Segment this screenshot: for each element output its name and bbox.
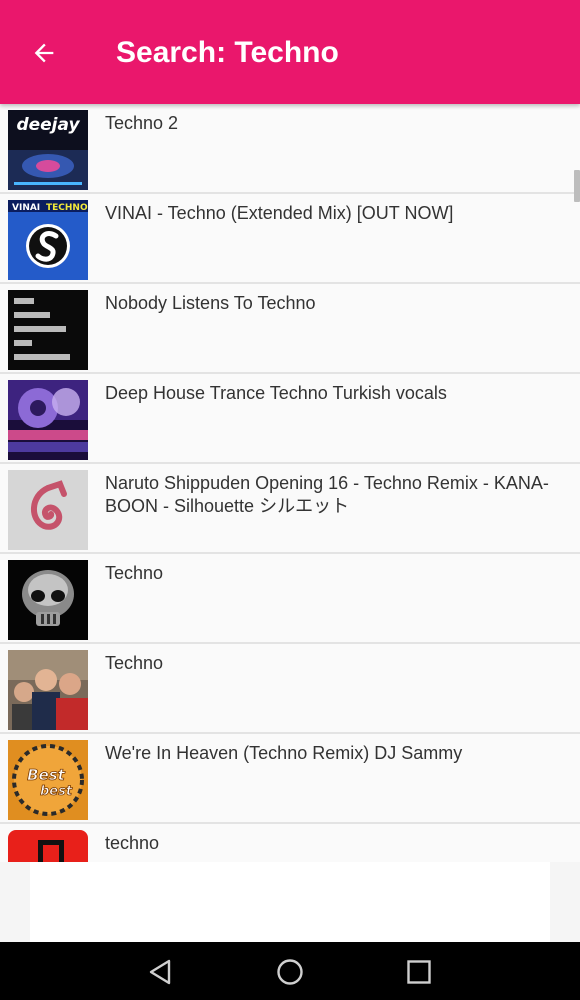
svg-text:Best: Best xyxy=(27,766,66,784)
arrow-left-icon xyxy=(34,43,54,63)
list-item[interactable]: deejay Techno 2 xyxy=(0,104,580,194)
deejay-thumbnail: deejay xyxy=(8,110,88,190)
search-results-list: deejay Techno 2 VINAI TECHNO VINAI - Tec… xyxy=(0,104,580,862)
nav-home-button[interactable] xyxy=(270,952,310,992)
group-photo-thumbnail xyxy=(8,650,88,730)
nav-back-icon xyxy=(149,959,171,985)
scrollbar[interactable] xyxy=(574,170,580,202)
black-text-thumbnail xyxy=(8,290,88,370)
result-title: We're In Heaven (Techno Remix) DJ Sammy xyxy=(105,743,463,763)
svg-text:deejay: deejay xyxy=(16,115,80,135)
leaf-village-symbol-thumbnail xyxy=(8,470,88,550)
app-bar: Search: Techno xyxy=(0,0,580,104)
result-title: Naruto Shippuden Opening 16 - Techno Rem… xyxy=(105,473,549,516)
list-item[interactable]: Techno xyxy=(0,644,580,734)
back-button[interactable] xyxy=(20,30,68,76)
list-item[interactable]: Deep House Trance Techno Turkish vocals xyxy=(0,374,580,464)
result-title: Deep House Trance Techno Turkish vocals xyxy=(105,383,447,403)
nav-recents-icon xyxy=(407,960,431,984)
result-title: Techno xyxy=(105,563,164,583)
list-item[interactable]: Techno xyxy=(0,554,580,644)
result-title: Techno 2 xyxy=(105,113,179,133)
nav-back-button[interactable] xyxy=(141,952,181,992)
best-of-best-thumbnail: Best best xyxy=(8,740,88,820)
result-title: Nobody Listens To Techno xyxy=(105,293,316,313)
svg-text:best: best xyxy=(40,784,73,799)
result-title: VINAI - Techno (Extended Mix) [OUT NOW] xyxy=(105,203,454,223)
svg-text:TECHNO: TECHNO xyxy=(46,203,88,213)
list-item[interactable]: VINAI TECHNO VINAI - Techno (Extended Mi… xyxy=(0,194,580,284)
navigation-bar xyxy=(0,942,580,1000)
spinnin-records-thumbnail: VINAI TECHNO xyxy=(8,200,88,280)
result-title: Techno xyxy=(105,653,164,673)
dj-turntable-thumbnail xyxy=(8,380,88,460)
list-item[interactable]: techno xyxy=(0,824,580,862)
page-title: Search: Techno xyxy=(116,36,339,69)
ad-banner-area xyxy=(30,862,550,942)
nav-home-icon xyxy=(277,959,303,985)
list-item[interactable]: Best best We're In Heaven (Techno Remix)… xyxy=(0,734,580,824)
list-item[interactable]: Naruto Shippuden Opening 16 - Techno Rem… xyxy=(0,464,580,554)
chrome-skull-thumbnail xyxy=(8,560,88,640)
svg-text:VINAI: VINAI xyxy=(12,203,40,213)
result-title: techno xyxy=(105,833,160,853)
bottom-panel xyxy=(0,862,580,942)
red-music-note-thumbnail xyxy=(8,830,88,862)
list-item[interactable]: Nobody Listens To Techno xyxy=(0,284,580,374)
nav-recents-button[interactable] xyxy=(399,952,439,992)
